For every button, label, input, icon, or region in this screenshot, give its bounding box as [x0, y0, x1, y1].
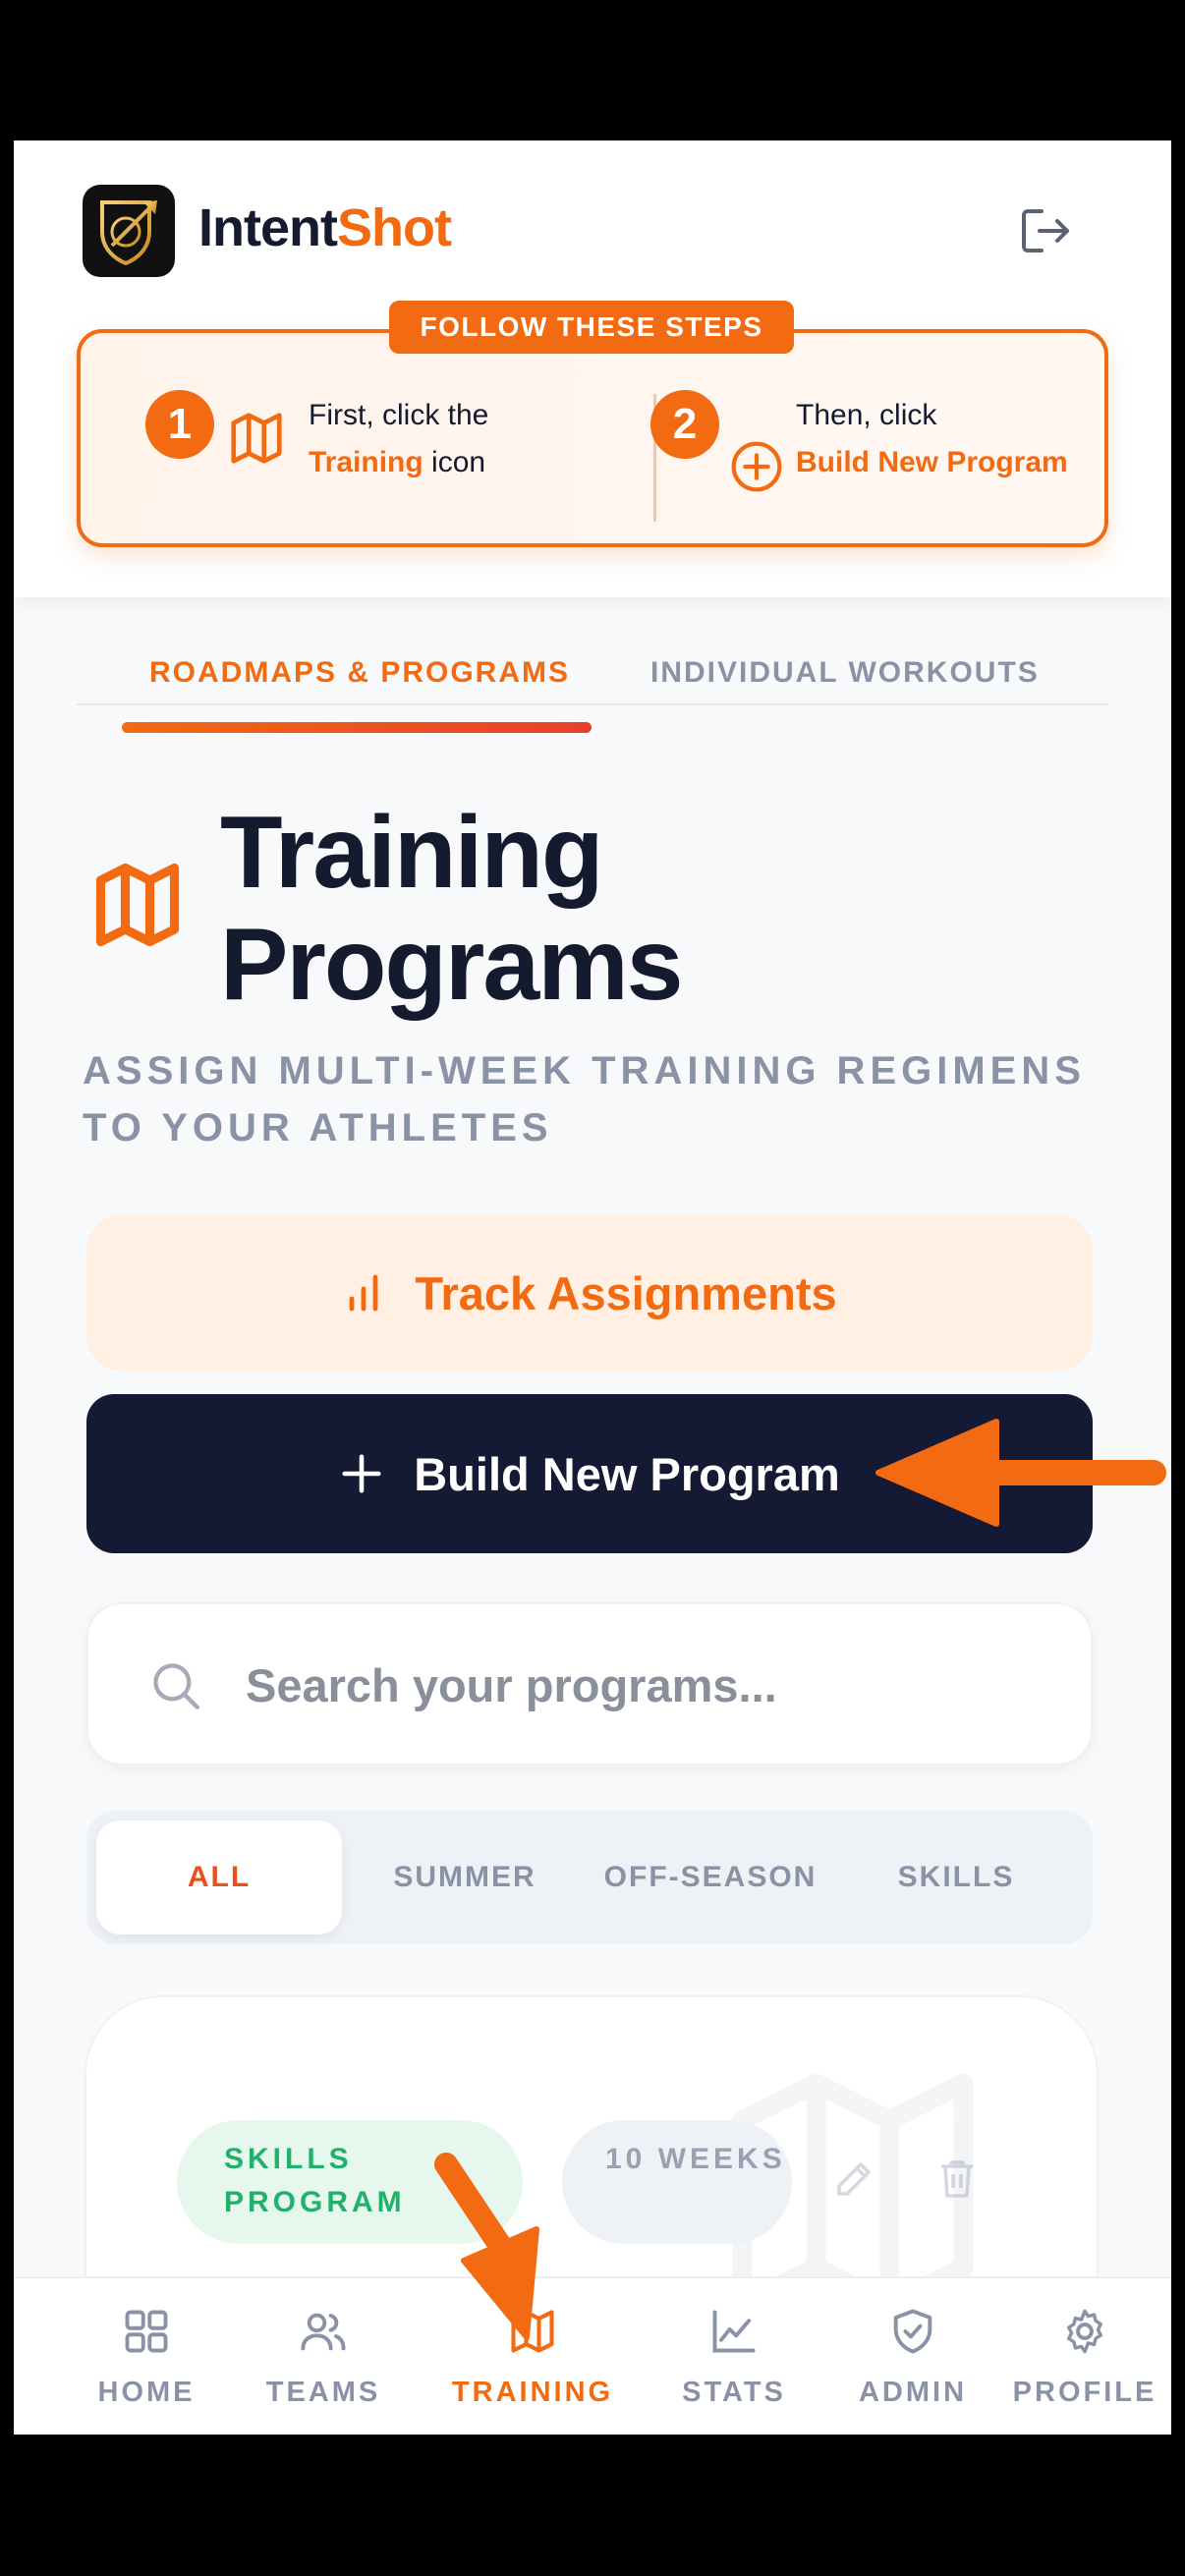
- shield-check-icon: [893, 2309, 932, 2354]
- nav-item-teams[interactable]: TEAMS: [235, 2278, 412, 2435]
- nav-label: ADMIN: [858, 2377, 968, 2408]
- filter-off-season[interactable]: OFF-SEASON: [588, 1820, 833, 1934]
- step-1-suffix: icon: [431, 446, 486, 478]
- track-assignments-button[interactable]: Track Assignments: [86, 1214, 1093, 1372]
- track-assignments-label: Track Assignments: [415, 1266, 837, 1319]
- filter-all[interactable]: ALL: [96, 1820, 342, 1934]
- tab-roadmaps-programs[interactable]: ROADMAPS & PROGRAMS: [149, 656, 570, 690]
- plus-circle-icon: [731, 441, 782, 492]
- tab-individual-workouts[interactable]: INDIVIDUAL WORKOUTS: [650, 656, 1040, 690]
- trash-icon[interactable]: [933, 2155, 981, 2202]
- page-subtitle: ASSIGN MULTI-WEEK TRAINING REGIMENS TO Y…: [83, 1049, 1086, 1149]
- step-2-number: 2: [650, 390, 719, 459]
- category-filters: ALL SUMMER OFF-SEASON SKILLS: [86, 1811, 1093, 1944]
- nav-label: TRAINING: [451, 2377, 614, 2408]
- plus-icon: [342, 1454, 381, 1493]
- step-2-prefix: Then, click: [796, 399, 937, 431]
- app-header: IntentShot 1 First, click the Training i…: [14, 140, 1171, 597]
- nav-label: STATS: [682, 2377, 786, 2408]
- search-icon: [153, 1663, 199, 1709]
- bottom-navigation: HOME TEAMS TRAINING STATS ADMIN PROFILE: [14, 2276, 1171, 2435]
- page-title-line-1: Training: [220, 796, 603, 910]
- logout-icon: [1022, 209, 1069, 252]
- edit-icon[interactable]: [831, 2155, 878, 2202]
- users-icon: [301, 2313, 346, 2351]
- grid-icon: [125, 2310, 168, 2353]
- gear-icon: [1067, 2309, 1102, 2354]
- chart-line-icon: [712, 2310, 756, 2353]
- nav-label: TEAMS: [265, 2377, 381, 2408]
- program-duration-badge: 10 WEEKS: [562, 2120, 792, 2244]
- app-logo: [83, 185, 175, 277]
- nav-item-home[interactable]: HOME: [58, 2278, 235, 2435]
- logout-button[interactable]: [1016, 201, 1075, 260]
- page-title: Training Programs: [220, 797, 1104, 1021]
- nav-item-profile[interactable]: PROFILE: [996, 2278, 1171, 2435]
- tutorial-steps-panel: 1 First, click the Training icon 2 Then,…: [77, 329, 1108, 547]
- step-2-text: Then, click Build New Program: [796, 392, 1068, 486]
- filter-summer[interactable]: SUMMER: [342, 1820, 588, 1934]
- active-tab-indicator: [122, 722, 592, 733]
- app-screen: IntentShot 1 First, click the Training i…: [14, 140, 1171, 2435]
- step-1-text: First, click the Training icon: [309, 392, 488, 486]
- nav-item-stats[interactable]: STATS: [646, 2278, 822, 2435]
- logo-icon: [100, 200, 157, 266]
- search-input[interactable]: [246, 1644, 1051, 1726]
- build-new-program-button[interactable]: Build New Program: [86, 1394, 1093, 1553]
- bar-chart-icon: [349, 1274, 378, 1312]
- map-icon: [231, 413, 282, 464]
- map-icon: [511, 2310, 554, 2353]
- filter-skills[interactable]: SKILLS: [833, 1820, 1079, 1934]
- page-title-line-2: Programs: [220, 908, 684, 1022]
- program-type-badge: SKILLS PROGRAM: [177, 2120, 523, 2244]
- content-tabs: ROADMAPS & PROGRAMS INDIVIDUAL WORKOUTS: [77, 597, 1108, 705]
- nav-label: HOME: [97, 2377, 196, 2408]
- step-1-prefix: First, click the: [309, 399, 489, 431]
- app-brand-name: IntentShot: [198, 198, 452, 257]
- map-icon: [95, 863, 180, 947]
- step-1-highlight: Training: [309, 446, 423, 478]
- steps-badge: FOLLOW THESE STEPS: [389, 301, 794, 354]
- step-1-number: 1: [145, 390, 214, 459]
- nav-item-admin[interactable]: ADMIN: [824, 2278, 1001, 2435]
- build-new-program-label: Build New Program: [414, 1447, 840, 1500]
- search-box: [86, 1602, 1093, 1765]
- nav-item-training[interactable]: TRAINING: [444, 2278, 621, 2435]
- nav-label: PROFILE: [1012, 2377, 1157, 2408]
- step-2-highlight: Build New Program: [796, 446, 1068, 478]
